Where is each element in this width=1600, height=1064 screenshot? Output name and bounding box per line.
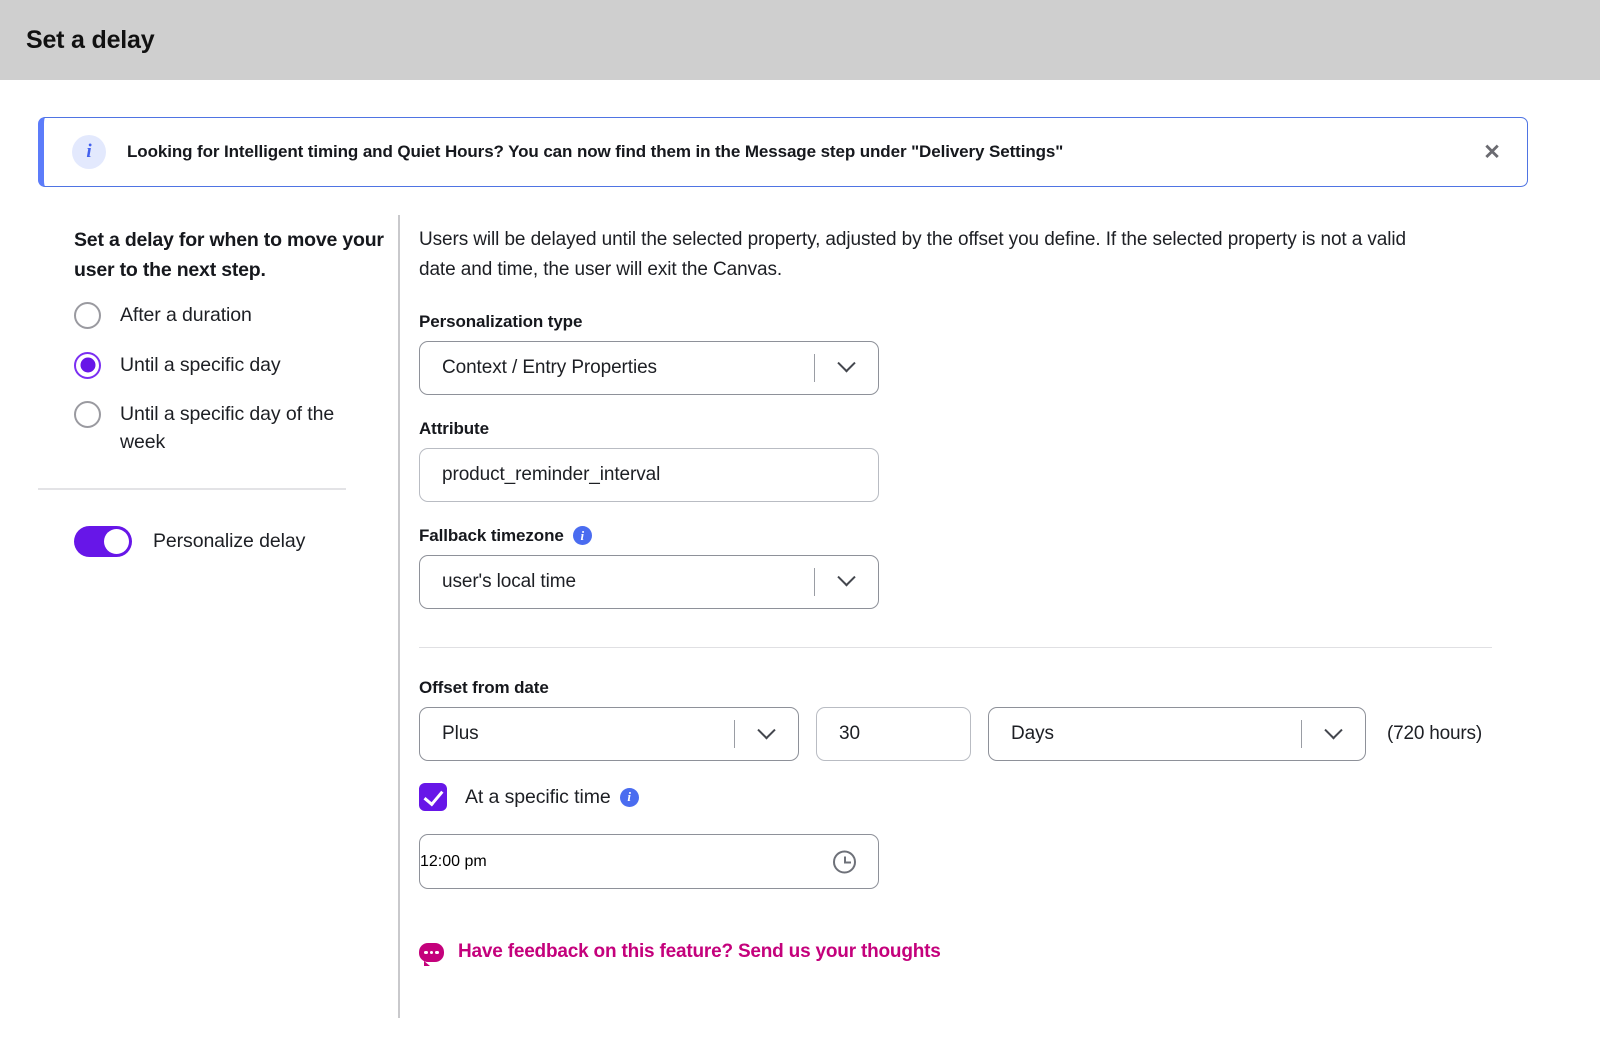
- chat-bubble-icon: [419, 942, 444, 966]
- chevron-down-icon[interactable]: [1301, 720, 1365, 749]
- offset-amount-input[interactable]: 30: [816, 707, 971, 762]
- clock-icon[interactable]: [833, 850, 856, 874]
- radio-option-label: After a duration: [120, 304, 252, 327]
- radio-indicator: [74, 400, 101, 428]
- fallback-timezone-label-text: Fallback timezone: [419, 525, 564, 545]
- window-titlebar: Set a delay: [0, 0, 1600, 80]
- delay-options-panel: Set a delay for when to move your user t…: [38, 225, 384, 557]
- radio-option-until-a-specific-day[interactable]: Until a specific day: [74, 351, 384, 379]
- checkbox-checked: [419, 783, 447, 812]
- radio-option-until-a-specific-day-of-the-week[interactable]: Until a specific day of the week: [74, 400, 384, 457]
- fallback-timezone-value: user's local time: [442, 570, 576, 592]
- personalize-delay-label: Personalize delay: [153, 529, 306, 552]
- offset-direction-value: Plus: [442, 723, 479, 745]
- info-icon[interactable]: i: [572, 526, 592, 546]
- fallback-timezone-label: Fallback timezone i: [419, 526, 1519, 546]
- radio-option-label: Until a specific day of the week: [120, 402, 335, 454]
- offset-unit-select[interactable]: Days: [988, 707, 1366, 762]
- set-a-delay-dialog: Set a delay i Looking for Intelligent ti…: [0, 0, 1600, 1064]
- personalize-delay-toggle[interactable]: Personalize delay: [74, 525, 384, 557]
- fallback-timezone-select[interactable]: user's local time: [419, 554, 879, 609]
- feedback-link-text: Have feedback on this feature? Send us y…: [458, 941, 941, 963]
- toggle-switch-on: [74, 525, 132, 557]
- info-banner: i Looking for Intelligent timing and Qui…: [38, 117, 1528, 187]
- specific-time-value: 12:00 pm: [420, 852, 487, 870]
- description-text: Users will be delayed until the selected…: [419, 229, 1406, 281]
- column-divider: [398, 215, 400, 1018]
- personalization-type-select[interactable]: Context / Entry Properties: [419, 340, 879, 395]
- close-icon[interactable]: ✕: [1479, 139, 1505, 165]
- attribute-label: Attribute: [419, 418, 489, 438]
- offset-hours-note: (720 hours): [1387, 723, 1482, 745]
- attribute-input[interactable]: product_reminder_interval: [419, 447, 879, 502]
- personalization-type-value: Context / Entry Properties: [442, 356, 657, 378]
- chevron-down-icon[interactable]: [814, 567, 878, 596]
- page-title: Set a delay: [26, 25, 155, 54]
- info-icon: i: [72, 135, 106, 169]
- radio-indicator-selected: [74, 351, 101, 379]
- radio-indicator: [74, 302, 101, 330]
- at-a-specific-time-label-text: At a specific time: [465, 785, 611, 808]
- info-banner-message: Looking for Intelligent timing and Quiet…: [127, 142, 1064, 161]
- attribute-value: product_reminder_interval: [442, 463, 661, 485]
- delay-options-heading: Set a delay for when to move your user t…: [74, 229, 384, 282]
- offset-amount-value: 30: [839, 723, 860, 745]
- personalization-type-label: Personalization type: [419, 311, 583, 331]
- chevron-down-icon[interactable]: [814, 353, 878, 382]
- radio-option-after-a-duration[interactable]: After a duration: [74, 301, 384, 330]
- specific-time-input[interactable]: 12:00 pm: [419, 834, 879, 890]
- info-icon[interactable]: i: [619, 787, 639, 807]
- offset-from-date-label: Offset from date: [419, 678, 549, 698]
- feedback-link[interactable]: Have feedback on this feature? Send us y…: [419, 941, 941, 966]
- offset-controls-row: Plus 30 Days (720 hours): [419, 707, 1519, 762]
- offset-direction-select[interactable]: Plus: [419, 707, 799, 762]
- delay-settings-panel: Users will be delayed until the selected…: [419, 225, 1519, 966]
- chevron-down-icon[interactable]: [734, 720, 798, 749]
- offset-unit-value: Days: [1011, 723, 1054, 745]
- section-divider: [419, 646, 1492, 649]
- sidebar-divider: [38, 487, 346, 490]
- at-a-specific-time-checkbox-row[interactable]: At a specific time i: [419, 783, 1519, 812]
- at-a-specific-time-label: At a specific time i: [465, 786, 639, 809]
- radio-option-label: Until a specific day: [120, 353, 281, 376]
